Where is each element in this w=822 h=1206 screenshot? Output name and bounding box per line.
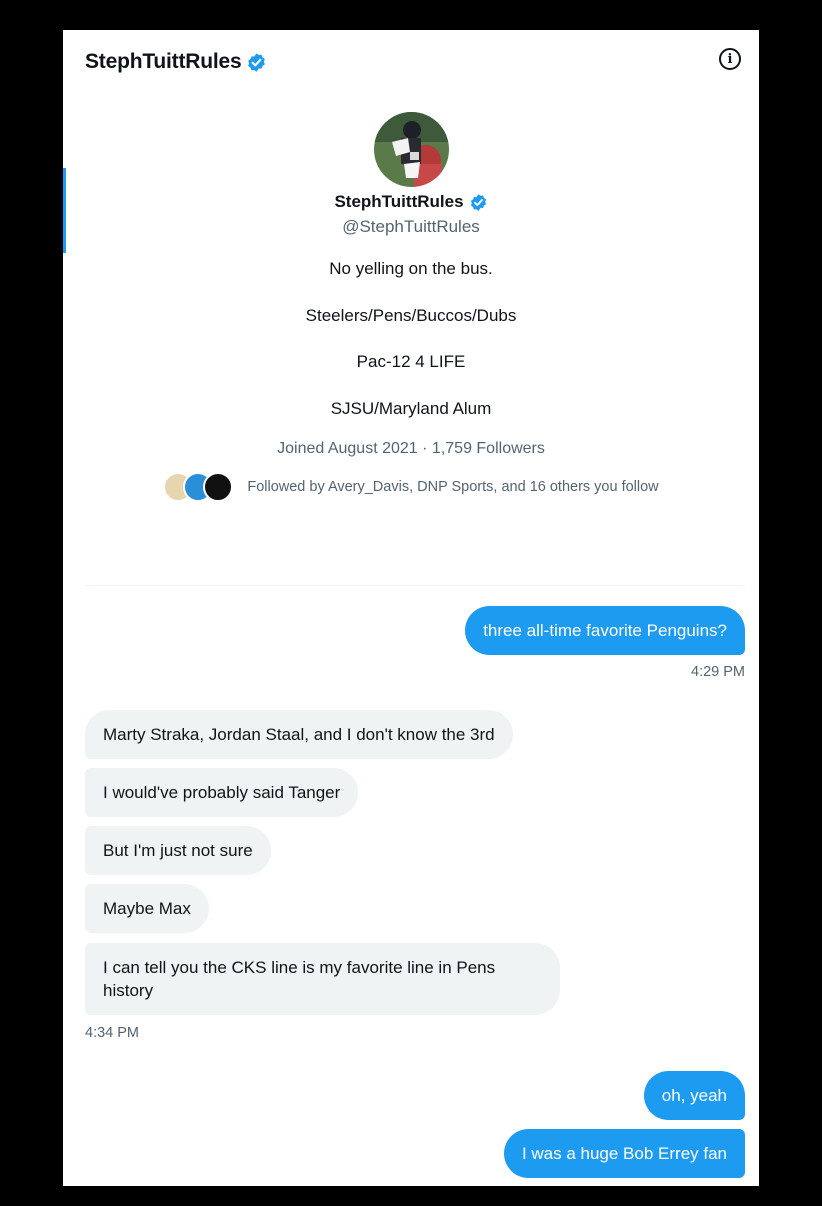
message-bubble-received[interactable]: Marty Straka, Jordan Staal, and I don't … [85, 710, 513, 759]
profile-bio: No yelling on the bus. Steelers/Pens/Buc… [63, 258, 759, 420]
header-title: StephTuittRules [85, 50, 242, 73]
verified-badge-icon [246, 52, 267, 73]
followers-count[interactable]: 1,759 Followers [432, 440, 545, 457]
bio-line: Pac-12 4 LIFE [356, 352, 466, 371]
message-line: history [103, 981, 154, 1000]
bio-line: Steelers/Pens/Buccos/Dubs [305, 305, 517, 325]
message-bubble-sent[interactable]: three all-time favorite Penguins? [465, 606, 745, 655]
message-bubble-received[interactable]: But I'm just not sure [85, 826, 271, 875]
followed-by-text: Followed by Avery_Davis, DNP Sports, and… [247, 479, 659, 495]
profile-meta: Joined August 2021 · 1,759 Followers [277, 440, 545, 457]
message-bubble-sent[interactable]: oh, yeah [643, 1071, 745, 1120]
profile-name: StephTuittRules [334, 192, 464, 211]
avatar [203, 472, 234, 502]
bio-line: No yelling on the bus. [329, 259, 493, 278]
bio-line: SJSU/Maryland Alum [330, 398, 492, 418]
dm-conversation-panel: StephTuittRules i StephTuittRules @Steph… [63, 30, 759, 1186]
follower-avatars [163, 472, 234, 502]
message-timestamp: 4:34 PM [85, 1025, 139, 1041]
divider [85, 585, 745, 586]
profile-summary[interactable]: StephTuittRules @StephTuittRules No yell… [63, 112, 759, 502]
message-bubble-sent[interactable]: I was a huge Bob Errey fan [503, 1129, 745, 1178]
info-icon[interactable]: i [719, 48, 741, 70]
message-bubble-received[interactable]: I would've probably said Tanger [85, 768, 359, 817]
message-bubble-received[interactable]: Maybe Max [85, 884, 209, 933]
message-line: I can tell you the CKS line is my favori… [103, 958, 496, 977]
joined-date: Joined August 2021 [277, 440, 418, 457]
verified-badge-icon [469, 193, 488, 212]
followed-by[interactable]: Followed by Avery_Davis, DNP Sports, and… [63, 472, 759, 502]
message-timestamp: 4:29 PM [691, 664, 745, 680]
message-bubble-received[interactable]: I can tell you the CKS line is my favori… [85, 943, 560, 1015]
conversation-header: StephTuittRules [85, 48, 267, 76]
avatar[interactable] [373, 112, 449, 187]
profile-handle: @StephTuittRules [342, 217, 480, 236]
